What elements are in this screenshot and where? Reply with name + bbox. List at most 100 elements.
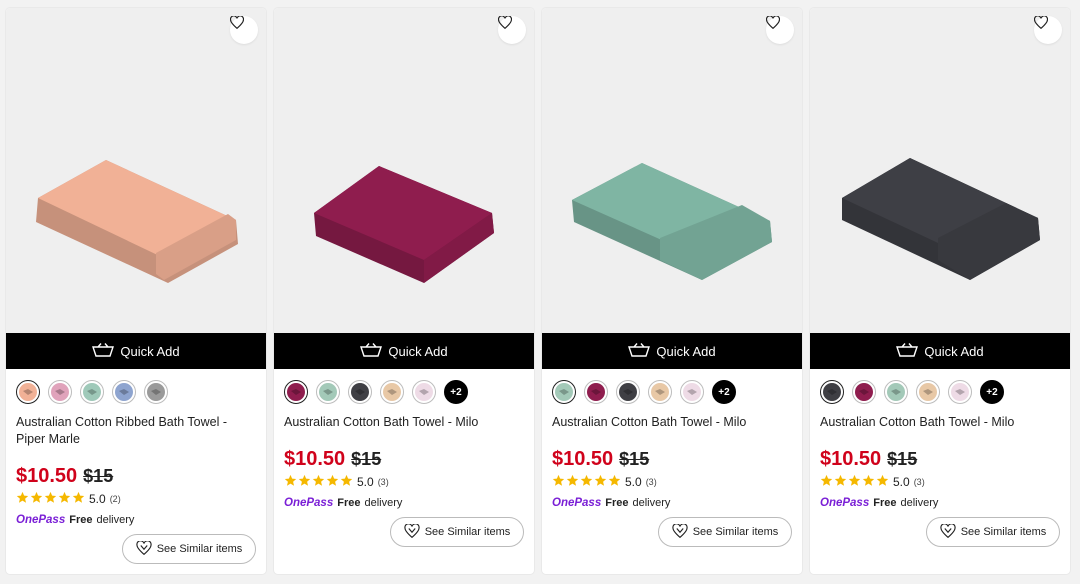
- quick-add-button[interactable]: Quick Add: [542, 333, 802, 369]
- similar-heart-icon: [404, 522, 420, 541]
- color-swatch[interactable]: [648, 380, 672, 404]
- product-title[interactable]: Australian Cotton Bath Towel - Milo: [820, 414, 1056, 431]
- quick-add-button[interactable]: Quick Add: [274, 333, 534, 369]
- product-card[interactable]: Quick Add +2 Australian Cotton Bath Towe…: [810, 8, 1070, 574]
- free-label: Free: [605, 497, 629, 509]
- product-image[interactable]: [274, 8, 534, 333]
- color-swatch[interactable]: [820, 380, 844, 404]
- basket-icon: [360, 342, 383, 360]
- wishlist-heart-icon[interactable]: [230, 16, 258, 44]
- swatch-dot: [823, 383, 841, 401]
- product-image[interactable]: [6, 8, 266, 333]
- quick-add-label: Quick Add: [388, 343, 448, 359]
- see-similar-button[interactable]: See Similar items: [122, 534, 256, 564]
- swatch-dot: [19, 383, 37, 401]
- review-count: (3): [377, 477, 389, 487]
- see-similar-button[interactable]: See Similar items: [926, 517, 1060, 547]
- quick-add-button[interactable]: Quick Add: [810, 333, 1070, 369]
- color-swatch[interactable]: [852, 380, 876, 404]
- color-swatches: [16, 380, 168, 404]
- product-image[interactable]: [542, 8, 802, 333]
- swatch-dot: [351, 383, 369, 401]
- product-image[interactable]: [810, 8, 1070, 333]
- color-swatch[interactable]: [552, 380, 576, 404]
- review-count: (3): [913, 477, 925, 487]
- onepass-delivery: OnePass Free delivery: [820, 497, 938, 509]
- star-icon: [16, 491, 29, 507]
- delivery-label: delivery: [96, 514, 135, 526]
- star-icon: [44, 491, 57, 507]
- see-similar-button[interactable]: See Similar items: [658, 517, 792, 547]
- swatch-dot: [287, 383, 305, 401]
- rating: 5.0 (2): [16, 491, 121, 507]
- product-card[interactable]: Quick Add +2 Australian Cotton Bath Towe…: [542, 8, 802, 574]
- star-icon: [876, 474, 889, 490]
- color-swatch[interactable]: [48, 380, 72, 404]
- swatch-dot: [415, 383, 433, 401]
- see-similar-label: See Similar items: [960, 526, 1047, 538]
- swatch-dot: [651, 383, 669, 401]
- price-row: $10.50 $15: [284, 448, 381, 471]
- rating-value: 5.0: [625, 475, 642, 489]
- see-similar-button[interactable]: See Similar items: [390, 517, 524, 547]
- swatch-dot: [855, 383, 873, 401]
- rating-value: 5.0: [89, 492, 106, 506]
- color-swatch[interactable]: [316, 380, 340, 404]
- color-swatches: +2: [820, 380, 1004, 404]
- wishlist-heart-icon[interactable]: [766, 16, 794, 44]
- color-swatch[interactable]: [616, 380, 640, 404]
- more-colors-button[interactable]: +2: [712, 380, 736, 404]
- color-swatch[interactable]: [348, 380, 372, 404]
- quick-add-label: Quick Add: [656, 343, 716, 359]
- towel-illustration: [36, 160, 238, 283]
- color-swatch[interactable]: [112, 380, 136, 404]
- onepass-logo: OnePass: [16, 514, 66, 526]
- onepass-logo: OnePass: [552, 497, 602, 509]
- quick-add-label: Quick Add: [120, 343, 180, 359]
- color-swatches: +2: [552, 380, 736, 404]
- star-rating-icon: [820, 474, 889, 490]
- similar-heart-icon: [940, 522, 956, 541]
- product-title[interactable]: Australian Cotton Bath Towel - Milo: [552, 414, 788, 431]
- product-card[interactable]: Quick Add Australian Cotton Ribbed Bath …: [6, 8, 266, 574]
- product-card[interactable]: Quick Add +2 Australian Cotton Bath Towe…: [274, 8, 534, 574]
- color-swatch[interactable]: [584, 380, 608, 404]
- swatch-dot: [147, 383, 165, 401]
- color-swatch[interactable]: [16, 380, 40, 404]
- star-icon: [566, 474, 579, 490]
- rating-value: 5.0: [893, 475, 910, 489]
- star-icon: [312, 474, 325, 490]
- quick-add-button[interactable]: Quick Add: [6, 333, 266, 369]
- similar-heart-icon: [136, 539, 152, 558]
- towel-illustration: [572, 163, 772, 280]
- swatch-dot: [51, 383, 69, 401]
- star-icon: [552, 474, 565, 490]
- more-colors-button[interactable]: +2: [444, 380, 468, 404]
- onepass-delivery: OnePass Free delivery: [16, 514, 134, 526]
- color-swatch[interactable]: [80, 380, 104, 404]
- swatch-dot: [319, 383, 337, 401]
- product-title[interactable]: Australian Cotton Bath Towel - Milo: [284, 414, 520, 431]
- swatch-dot: [887, 383, 905, 401]
- wishlist-heart-icon[interactable]: [1034, 16, 1062, 44]
- color-swatch[interactable]: [884, 380, 908, 404]
- wishlist-heart-icon[interactable]: [498, 16, 526, 44]
- basket-icon: [896, 342, 919, 360]
- delivery-label: delivery: [632, 497, 671, 509]
- color-swatch[interactable]: [380, 380, 404, 404]
- review-count: (2): [109, 494, 121, 504]
- sale-price: $10.50: [284, 448, 346, 470]
- onepass-logo: OnePass: [820, 497, 870, 509]
- color-swatch[interactable]: [284, 380, 308, 404]
- star-icon: [58, 491, 71, 507]
- color-swatch[interactable]: [412, 380, 436, 404]
- product-title[interactable]: Australian Cotton Ribbed Bath Towel - Pi…: [16, 414, 252, 448]
- swatch-dot: [683, 383, 701, 401]
- more-colors-button[interactable]: +2: [980, 380, 1004, 404]
- color-swatch[interactable]: [948, 380, 972, 404]
- swatch-dot: [383, 383, 401, 401]
- color-swatch[interactable]: [916, 380, 940, 404]
- color-swatch[interactable]: [144, 380, 168, 404]
- was-price: $15: [83, 466, 114, 486]
- color-swatch[interactable]: [680, 380, 704, 404]
